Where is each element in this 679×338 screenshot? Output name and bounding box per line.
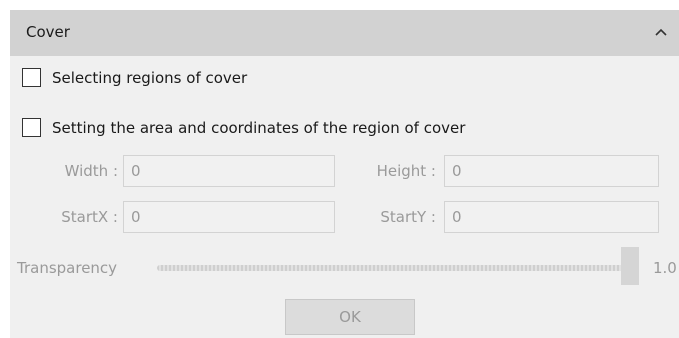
height-label: Height : [376, 162, 436, 180]
cover-section-title: Cover [26, 23, 70, 41]
width-field[interactable]: 0 [123, 155, 335, 187]
transparency-value: 1.0 [653, 259, 677, 277]
cover-section-header[interactable]: Cover [10, 10, 679, 56]
startx-label: StartX : [61, 208, 118, 226]
select-regions-option[interactable]: Selecting regions of cover [22, 68, 247, 87]
transparency-slider-thumb[interactable] [621, 247, 639, 285]
startx-field[interactable]: 0 [123, 201, 335, 233]
set-area-label: Setting the area and coordinates of the … [52, 118, 466, 137]
cover-panel: Cover Selecting regions of cover Setting… [10, 10, 679, 338]
chevron-up-icon[interactable] [649, 20, 673, 44]
starty-field[interactable]: 0 [444, 201, 659, 233]
select-regions-checkbox[interactable] [22, 68, 41, 87]
set-area-checkbox[interactable] [22, 118, 41, 137]
select-regions-label: Selecting regions of cover [52, 68, 248, 87]
set-area-option[interactable]: Setting the area and coordinates of the … [22, 118, 465, 137]
ok-button[interactable]: OK [285, 299, 415, 335]
starty-label: StartY : [380, 208, 436, 226]
width-label: Width : [64, 162, 118, 180]
transparency-label: Transparency [17, 259, 118, 277]
transparency-slider-track[interactable] [157, 265, 629, 271]
height-field[interactable]: 0 [444, 155, 659, 187]
